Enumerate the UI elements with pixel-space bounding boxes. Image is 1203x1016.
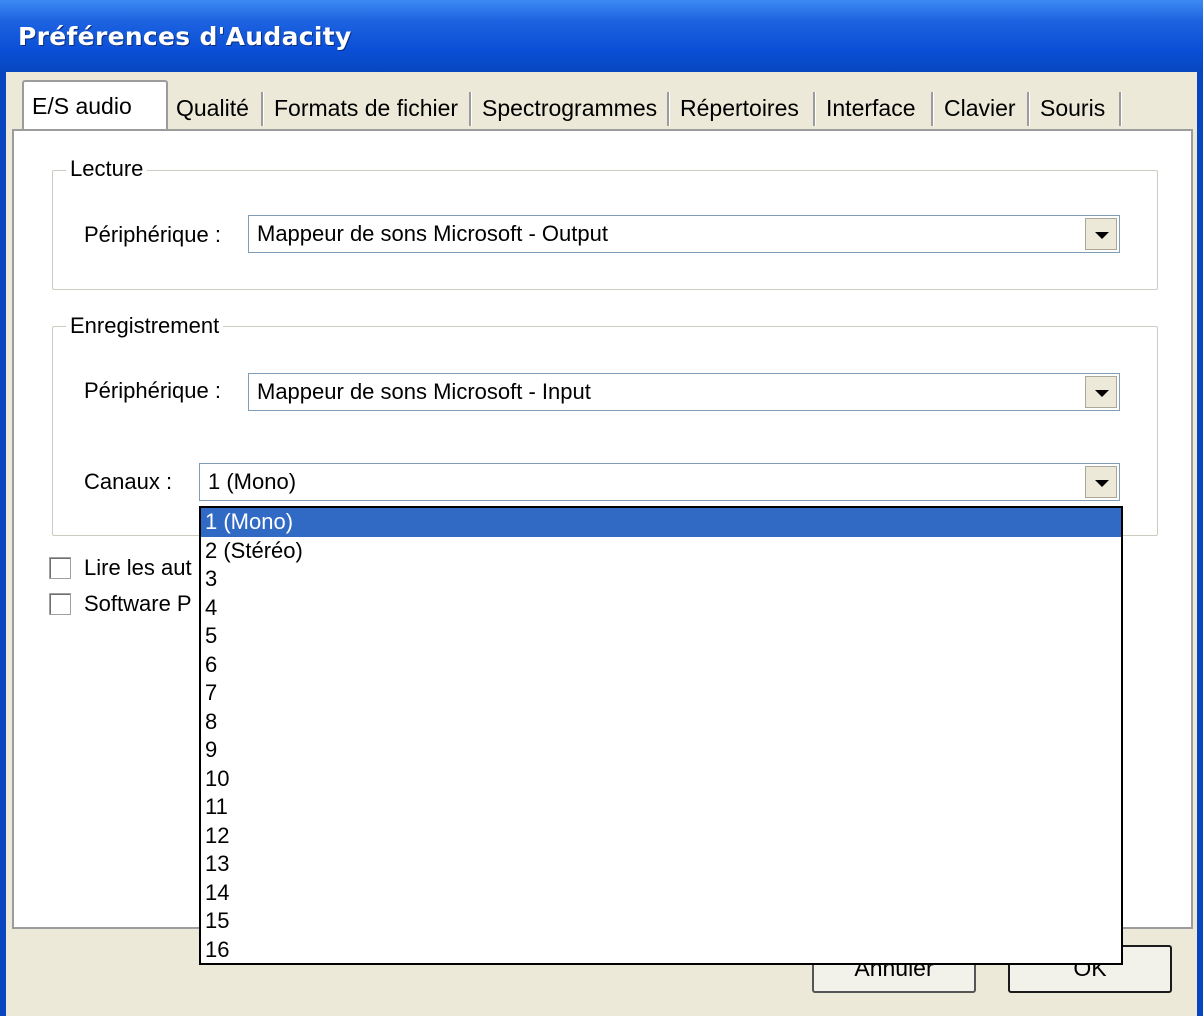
playback-group-label: Lecture bbox=[66, 156, 148, 182]
channels-value: 1 (Mono) bbox=[208, 469, 297, 494]
channels-option-16[interactable]: 16 bbox=[201, 936, 1121, 964]
tab-label: Qualité bbox=[176, 95, 249, 121]
playback-device-label: Périphérique : bbox=[84, 222, 221, 247]
software-playthrough-label: Software P bbox=[84, 591, 192, 616]
channels-option-13[interactable]: 13 bbox=[201, 850, 1121, 879]
window-title: Préférences d'Audacity bbox=[18, 22, 352, 51]
tab-audio-io[interactable]: E/S audio bbox=[22, 80, 168, 132]
channels-select[interactable]: 1 (Mono) bbox=[199, 463, 1120, 501]
tab-label: E/S audio bbox=[32, 93, 132, 119]
recording-device-label: Périphérique : bbox=[84, 378, 221, 403]
channels-option-7[interactable]: 7 bbox=[201, 679, 1121, 708]
channels-option-6[interactable]: 6 bbox=[201, 651, 1121, 680]
recording-device-select[interactable]: Mappeur de sons Microsoft - Input bbox=[248, 373, 1120, 411]
tab-quality[interactable]: Qualité bbox=[168, 86, 264, 130]
tab-label: Clavier bbox=[944, 95, 1016, 121]
tab-label: Interface bbox=[826, 95, 916, 121]
chevron-down-icon[interactable] bbox=[1085, 218, 1117, 250]
software-playthrough-checkbox[interactable] bbox=[49, 593, 71, 615]
channels-option-14[interactable]: 14 bbox=[201, 879, 1121, 908]
channels-option-2[interactable]: 2 (Stéréo) bbox=[201, 537, 1121, 566]
tab-label: Souris bbox=[1040, 95, 1106, 121]
channels-option-12[interactable]: 12 bbox=[201, 822, 1121, 851]
tab-label: Répertoires bbox=[680, 95, 799, 121]
channels-dropdown-list[interactable]: 1 (Mono) 2 (Stéréo) 3 4 5 6 7 8 9 10 11 … bbox=[199, 506, 1123, 965]
play-others-checkbox[interactable] bbox=[49, 557, 71, 579]
channels-option-8[interactable]: 8 bbox=[201, 708, 1121, 737]
channels-option-1[interactable]: 1 (Mono) bbox=[201, 508, 1121, 537]
tab-keyboard[interactable]: Clavier bbox=[936, 86, 1030, 130]
chevron-down-icon[interactable] bbox=[1085, 466, 1117, 498]
channels-option-10[interactable]: 10 bbox=[201, 765, 1121, 794]
tab-directories[interactable]: Répertoires bbox=[672, 86, 816, 130]
tab-file-formats[interactable]: Formats de fichier bbox=[266, 86, 472, 130]
recording-device-value: Mappeur de sons Microsoft - Input bbox=[257, 379, 591, 404]
channels-option-9[interactable]: 9 bbox=[201, 736, 1121, 765]
channels-option-11[interactable]: 11 bbox=[201, 793, 1121, 822]
channels-label: Canaux : bbox=[84, 469, 173, 494]
tab-spectrograms[interactable]: Spectrogrammes bbox=[474, 86, 670, 130]
tab-label: Formats de fichier bbox=[274, 95, 459, 121]
tab-interface[interactable]: Interface bbox=[818, 86, 934, 130]
play-others-label: Lire les aut bbox=[84, 555, 192, 580]
channels-option-3[interactable]: 3 bbox=[201, 565, 1121, 594]
playback-device-select[interactable]: Mappeur de sons Microsoft - Output bbox=[248, 215, 1120, 253]
channels-option-4[interactable]: 4 bbox=[201, 594, 1121, 623]
playback-device-value: Mappeur de sons Microsoft - Output bbox=[257, 221, 608, 246]
channels-option-15[interactable]: 15 bbox=[201, 907, 1121, 936]
recording-group-label: Enregistrement bbox=[66, 313, 224, 339]
channels-option-5[interactable]: 5 bbox=[201, 622, 1121, 651]
tab-label: Spectrogrammes bbox=[482, 95, 658, 121]
tab-mouse[interactable]: Souris bbox=[1032, 86, 1122, 130]
chevron-down-icon[interactable] bbox=[1085, 376, 1117, 408]
title-bar[interactable]: Préférences d'Audacity bbox=[0, 0, 1203, 72]
recording-group bbox=[52, 326, 1158, 536]
